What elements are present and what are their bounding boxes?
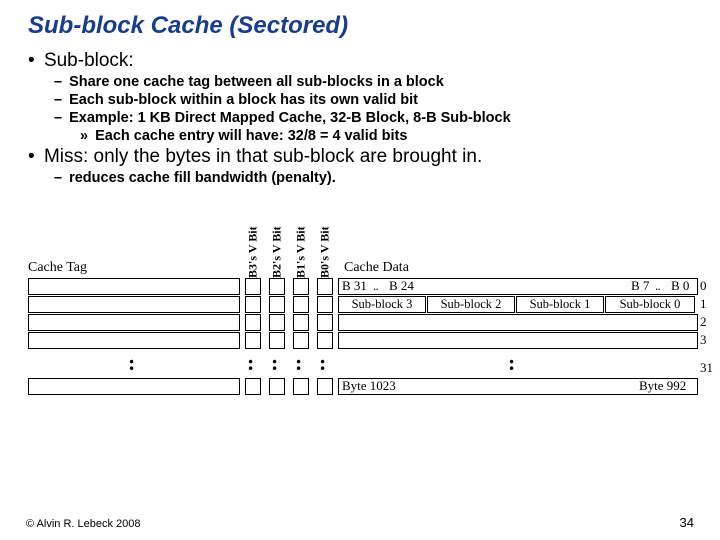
bullet-miss: Miss: only the bytes in that sub-block a…: [28, 146, 694, 168]
tag-row-2: [28, 314, 240, 331]
subblock-0: Sub-block 0: [605, 296, 695, 313]
bullet-reduces-bandwidth: reduces cache fill bandwidth (penalty).: [54, 170, 694, 186]
vbit-box: [269, 278, 285, 295]
vbit-box: [245, 296, 261, 313]
vbit-box: [317, 314, 333, 331]
slide-title: Sub-block Cache (Sectored): [28, 12, 694, 40]
bullet-share-tag: Share one cache tag between all sub-bloc…: [54, 74, 694, 90]
tag-row-31: [28, 378, 240, 395]
byte-31-label: B 31: [342, 278, 367, 294]
tag-row-3: [28, 332, 240, 349]
row-num-31: 31: [700, 360, 713, 376]
vbit-box: [317, 332, 333, 349]
copyright: © Alvin R. Lebeck 2008: [26, 518, 141, 530]
byte-0-label: B 0: [671, 278, 689, 294]
bullet-valid-bits-count: Each cache entry will have: 32/8 = 4 val…: [80, 128, 694, 144]
ellipsis-vbit: :: [247, 350, 254, 376]
ellipsis-vbit: :: [271, 350, 278, 376]
vbit-box: [245, 314, 261, 331]
vbit-box: [245, 278, 261, 295]
cache-data-label: Cache Data: [344, 260, 409, 276]
dotdot: . .: [655, 278, 659, 294]
bullet-subblock: Sub-block:: [28, 50, 694, 72]
vbit-box: [269, 378, 285, 395]
ellipsis-tag: :: [128, 350, 135, 376]
ellipsis-vbit: :: [319, 350, 326, 376]
byte-7-label: B 7: [631, 278, 649, 294]
vbit-box: [293, 314, 309, 331]
row-num-0: 0: [700, 278, 707, 294]
bullet-example: Example: 1 KB Direct Mapped Cache, 32-B …: [54, 110, 694, 126]
bullet-own-valid-bit: Each sub-block within a block has its ow…: [54, 92, 694, 108]
bullet-list: Sub-block: Share one cache tag between a…: [28, 50, 694, 186]
data-row-31: Byte 1023 Byte 992: [338, 378, 698, 395]
byte-1023-label: Byte 1023: [342, 378, 396, 394]
tag-row-0: [28, 278, 240, 295]
vbit-box: [293, 378, 309, 395]
data-row-3: [338, 332, 698, 349]
ellipsis-data: :: [508, 350, 515, 376]
vbit-box: [269, 332, 285, 349]
row-num-1: 1: [700, 296, 707, 312]
ellipsis-vbit: :: [295, 350, 302, 376]
tag-row-1: [28, 296, 240, 313]
vbit-box: [293, 278, 309, 295]
slide-number: 34: [680, 515, 694, 530]
vbit-box: [269, 296, 285, 313]
dotdot: . .: [373, 278, 377, 294]
cache-diagram: Cache Tag Cache Data SB3's V Bit SB2's V…: [28, 192, 694, 402]
vbit-box: [293, 332, 309, 349]
row-num-3: 3: [700, 332, 707, 348]
data-row-0: B 31 . . B 24 B 7 . . B 0: [338, 278, 698, 295]
cache-tag-label: Cache Tag: [28, 260, 87, 276]
vbit-box: [317, 278, 333, 295]
vbit-box: [293, 296, 309, 313]
vbit-box: [245, 332, 261, 349]
vbit-box: [269, 314, 285, 331]
vbit-box: [317, 296, 333, 313]
row-num-2: 2: [700, 314, 707, 330]
subblock-3: Sub-block 3: [338, 296, 426, 313]
vbit-box: [317, 378, 333, 395]
subblock-2: Sub-block 2: [427, 296, 515, 313]
byte-992-label: Byte 992: [639, 378, 686, 394]
byte-24-label: B 24: [389, 278, 414, 294]
subblock-1: Sub-block 1: [516, 296, 604, 313]
vbit-box: [245, 378, 261, 395]
data-row-2: [338, 314, 698, 331]
